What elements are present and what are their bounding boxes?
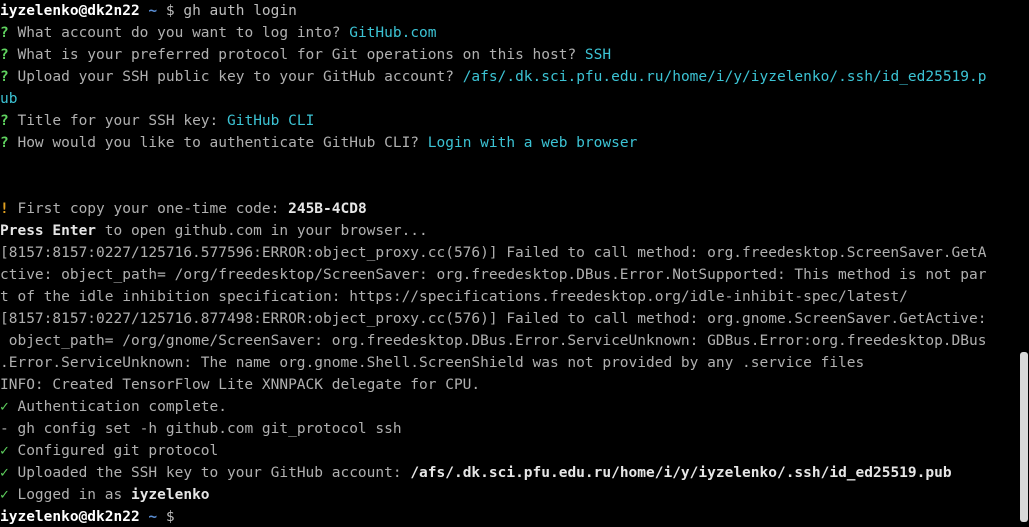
question-line: ? What is your preferred protocol for Gi… xyxy=(0,44,1018,66)
dash-icon: - xyxy=(0,421,9,437)
question-mark-icon: ? xyxy=(0,135,9,151)
question-answer: SSH xyxy=(584,47,612,63)
question-mark-icon: ? xyxy=(0,69,9,85)
log-line: .Error.ServiceUnknown: The name org.gnom… xyxy=(0,355,865,371)
press-enter-text: to open github.com in your browser... xyxy=(104,223,428,239)
question-answer-continued: ub xyxy=(0,91,18,107)
question-text: What account do you want to log into? xyxy=(17,25,341,41)
press-enter-line: Press Enter to open github.com in your b… xyxy=(0,220,1018,242)
question-text: Upload your SSH public key to your GitHu… xyxy=(17,69,454,85)
prompt-line-1: iyzelenko@dk2n22 ~ $ gh auth login xyxy=(0,0,1018,22)
status-line: ✓ Configured git protocol xyxy=(0,440,1018,462)
question-answer: /afs/.dk.sci.pfu.edu.ru/home/i/y/iyzelen… xyxy=(462,69,987,85)
scrollbar-thumb[interactable] xyxy=(1020,352,1028,522)
prompt-user-host: iyzelenko@dk2n22 xyxy=(0,509,140,525)
status-line: - gh config set -h github.com git_protoc… xyxy=(0,418,1018,440)
question-line: ? How would you like to authenticate Git… xyxy=(0,132,1018,154)
question-line: ? What account do you want to log into? … xyxy=(0,22,1018,44)
status-text: Logged in as xyxy=(17,487,123,503)
scrollbar-track[interactable] xyxy=(1018,0,1029,527)
terminal-output[interactable]: iyzelenko@dk2n22 ~ $ gh auth login ? Wha… xyxy=(0,0,1018,527)
uploaded-key-path: /afs/.dk.sci.pfu.edu.ru/home/i/y/iyzelen… xyxy=(410,465,952,481)
status-text: gh config set -h github.com git_protocol… xyxy=(17,421,402,437)
prompt-line-2[interactable]: iyzelenko@dk2n22 ~ $ xyxy=(0,506,1018,527)
log-line: [8157:8157:0227/125716.577596:ERROR:obje… xyxy=(0,245,987,261)
status-line: ✓ Uploaded the SSH key to your GitHub ac… xyxy=(0,462,1018,484)
press-enter-key: Press Enter xyxy=(0,223,97,239)
prompt-user-host: iyzelenko@dk2n22 xyxy=(0,3,140,19)
one-time-code-line: ! First copy your one-time code: 245B-4C… xyxy=(0,198,1018,220)
logged-user: iyzelenko xyxy=(130,487,210,503)
log-line: ctive: object_path= /org/freedesktop/Scr… xyxy=(0,267,987,283)
status-line: ✓ Authentication complete. xyxy=(0,396,1018,418)
prompt-symbol: $ xyxy=(165,3,175,19)
check-icon: ✓ xyxy=(0,487,9,503)
log-line: object_path= /org/gnome/ScreenSaver: org… xyxy=(0,333,987,349)
status-text: Configured git protocol xyxy=(17,443,219,459)
question-mark-icon: ? xyxy=(0,113,9,129)
question-text: Title for your SSH key: xyxy=(17,113,219,129)
check-icon: ✓ xyxy=(0,465,9,481)
log-line: t of the idle inhibition specification: … xyxy=(0,289,908,305)
question-line: ? Title for your SSH key: GitHub CLI xyxy=(0,110,1018,132)
question-answer: Login with a web browser xyxy=(427,135,638,151)
one-time-code: 245B-4CD8 xyxy=(288,201,367,217)
check-icon: ✓ xyxy=(0,399,9,415)
command-text: gh auth login xyxy=(183,3,297,19)
question-answer: GitHub.com xyxy=(349,25,437,41)
prompt-path: ~ xyxy=(148,3,158,19)
question-text: What is your preferred protocol for Git … xyxy=(17,47,577,63)
question-text: How would you like to authenticate GitHu… xyxy=(17,135,420,151)
question-mark-icon: ? xyxy=(0,47,9,63)
status-text: Authentication complete. xyxy=(17,399,227,415)
check-icon: ✓ xyxy=(0,443,9,459)
question-mark-icon: ? xyxy=(0,25,9,41)
question-answer-wrap: ub xyxy=(0,88,1018,110)
question-line: ? Upload your SSH public key to your Git… xyxy=(0,66,1018,88)
status-text: Uploaded the SSH key to your GitHub acco… xyxy=(17,465,402,481)
status-line: ✓ Logged in as iyzelenko xyxy=(0,484,1018,506)
one-time-text: First copy your one-time code: xyxy=(17,201,280,217)
prompt-symbol: $ xyxy=(165,509,175,525)
log-line: [8157:8157:0227/125716.877498:ERROR:obje… xyxy=(0,311,987,327)
log-line: INFO: Created TensorFlow Lite XNNPACK de… xyxy=(0,377,481,393)
warning-icon: ! xyxy=(0,201,9,217)
question-answer: GitHub CLI xyxy=(227,113,315,129)
prompt-path: ~ xyxy=(148,509,158,525)
